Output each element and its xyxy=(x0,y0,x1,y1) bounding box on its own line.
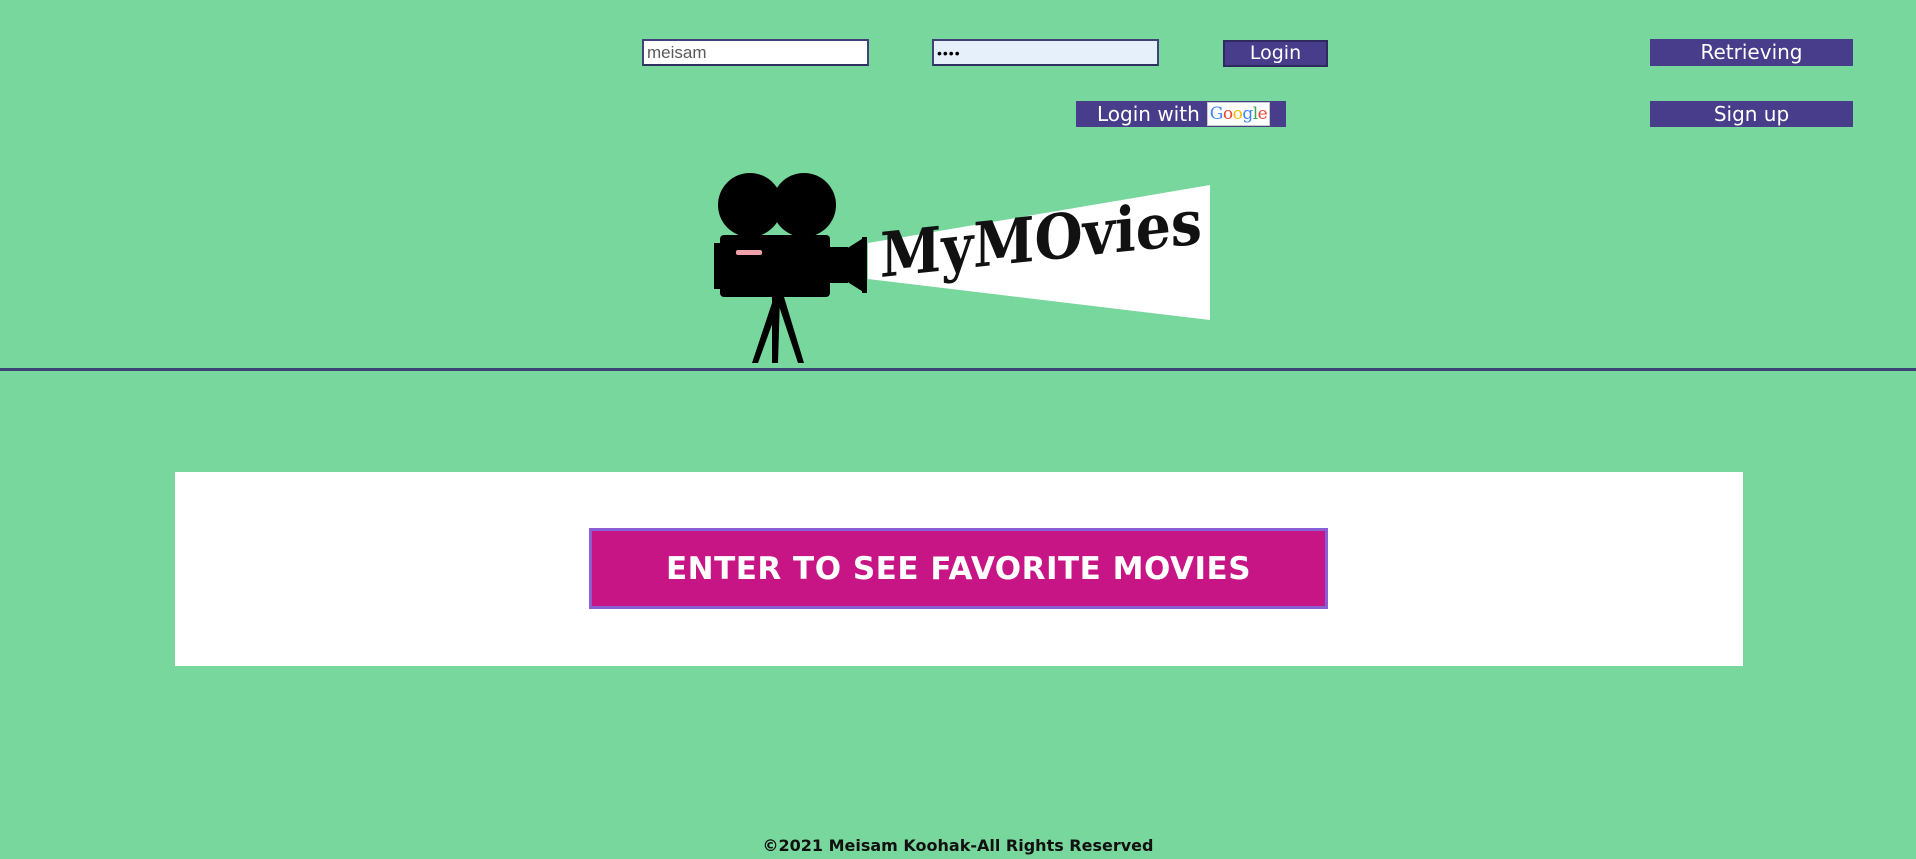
mymovies-logo: MyMOvies xyxy=(714,173,1210,363)
password-input[interactable] xyxy=(932,39,1159,66)
username-input[interactable] xyxy=(642,39,869,66)
login-with-google-button[interactable]: Login with Google xyxy=(1076,101,1286,127)
retrieving-button[interactable]: Retrieving xyxy=(1650,39,1853,66)
login-button[interactable]: Login xyxy=(1223,40,1328,67)
login-with-google-label: Login with xyxy=(1097,102,1200,126)
google-logo: Google xyxy=(1206,102,1271,126)
enter-favorite-movies-button[interactable]: ENTER TO SEE FAVORITE MOVIES xyxy=(589,528,1328,609)
footer-copyright: ©2021 Meisam Koohak-All Rights Reserved xyxy=(762,836,1154,855)
signup-button[interactable]: Sign up xyxy=(1650,101,1853,127)
film-camera-icon xyxy=(714,173,867,363)
header-divider xyxy=(0,368,1916,371)
